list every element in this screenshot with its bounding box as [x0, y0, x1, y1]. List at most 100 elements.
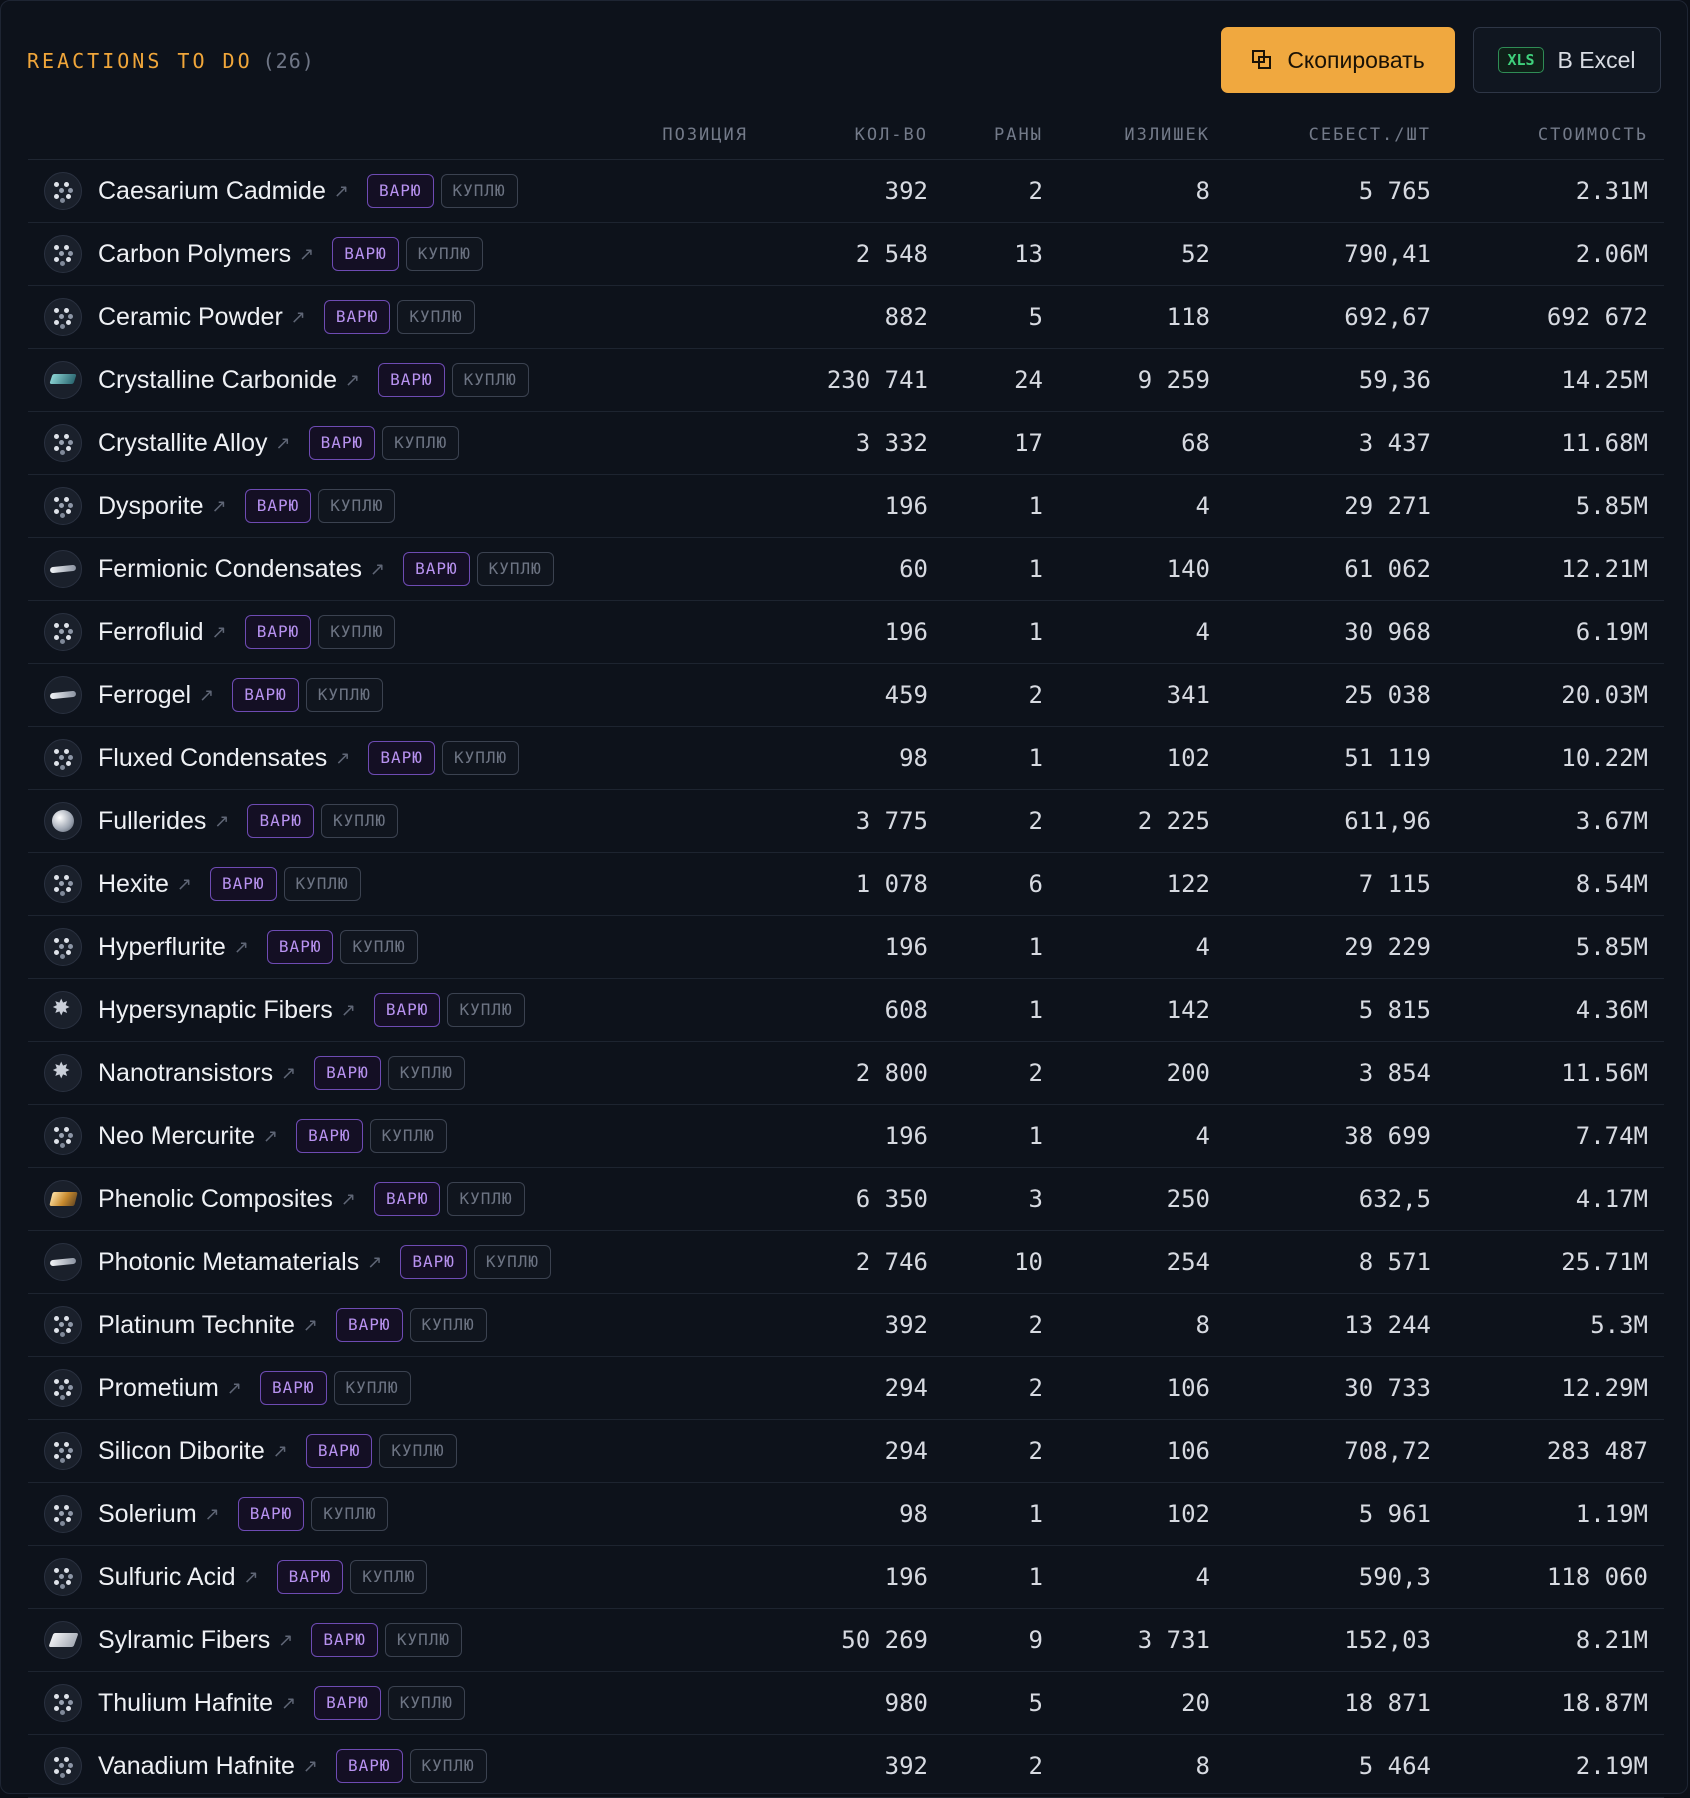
brew-tag-button[interactable]: ВАРЮ [314, 1686, 381, 1720]
table-row[interactable]: Neo Mercurite ↗ ВАРЮ КУПЛЮ 196 1 4 38 699 7.74M [28, 1105, 1664, 1168]
item-name[interactable]: Dysporite [98, 492, 204, 521]
table-row[interactable]: Hyperflurite ↗ ВАРЮ КУПЛЮ 196 1 4 29 229 5.85M [28, 916, 1664, 979]
buy-tag-button[interactable]: КУПЛЮ [440, 174, 518, 208]
buy-tag-button[interactable]: КУПЛЮ [321, 804, 399, 838]
external-link-icon[interactable]: ↗ [303, 1315, 318, 1336]
buy-tag-button[interactable]: КУПЛЮ [305, 678, 383, 712]
buy-tag-button[interactable]: КУПЛЮ [447, 993, 525, 1027]
table-row[interactable]: Prometium ↗ ВАРЮ КУПЛЮ 294 2 106 30 733 12.29M [28, 1357, 1664, 1420]
item-name[interactable]: Solerium [98, 1500, 197, 1529]
external-link-icon[interactable]: ↗ [370, 559, 385, 580]
item-name[interactable]: Fluxed Condensates [98, 744, 327, 773]
buy-tag-button[interactable]: КУПЛЮ [382, 426, 460, 460]
item-name[interactable]: Ferrofluid [98, 618, 204, 647]
brew-tag-button[interactable]: ВАРЮ [209, 867, 277, 901]
brew-tag-button[interactable]: ВАРЮ [323, 300, 391, 334]
buy-tag-button[interactable]: КУПЛЮ [283, 867, 361, 901]
external-link-icon[interactable]: ↗ [212, 496, 227, 517]
external-link-icon[interactable]: ↗ [341, 1000, 356, 1021]
brew-tag-button[interactable]: ВАРЮ [378, 363, 445, 397]
buy-tag-button[interactable]: КУПЛЮ [473, 1245, 552, 1279]
item-name[interactable]: Hypersynaptic Fibers [98, 996, 333, 1025]
column-header-qty[interactable]: КОЛ-ВО [764, 111, 944, 160]
table-row[interactable]: Fullerides ↗ ВАРЮ КУПЛЮ 3 775 2 2 225 611,96 3.6… [28, 790, 1664, 853]
buy-tag-button[interactable]: КУПЛЮ [318, 489, 396, 523]
external-link-icon[interactable]: ↗ [367, 1252, 382, 1273]
item-name[interactable]: Crystalline Carbonide [98, 366, 337, 395]
brew-tag-button[interactable]: ВАРЮ [311, 1623, 378, 1657]
table-row[interactable]: Vanadium Hafnite ↗ ВАРЮ КУПЛЮ 392 2 8 5 464 2.19… [28, 1735, 1664, 1798]
item-name[interactable]: Nanotransistors [98, 1059, 273, 1088]
copy-button[interactable]: Скопировать [1221, 27, 1455, 93]
table-row[interactable]: Caesarium Cadmide ↗ ВАРЮ КУПЛЮ 392 2 8 5 765 2.3… [28, 160, 1664, 223]
buy-tag-button[interactable]: КУПЛЮ [333, 1371, 411, 1405]
item-name[interactable]: Carbon Polymers [98, 240, 291, 269]
external-link-icon[interactable]: ↗ [234, 937, 249, 958]
table-row[interactable]: Silicon Diborite ↗ ВАРЮ КУПЛЮ 294 2 106 708,72 2… [28, 1420, 1664, 1483]
brew-tag-button[interactable]: ВАРЮ [373, 993, 441, 1027]
brew-tag-button[interactable]: ВАРЮ [400, 1245, 467, 1279]
external-link-icon[interactable]: ↗ [281, 1693, 296, 1714]
item-name[interactable]: Fullerides [98, 807, 206, 836]
external-link-icon[interactable]: ↗ [263, 1126, 278, 1147]
buy-tag-button[interactable]: КУПЛЮ [405, 237, 483, 271]
buy-tag-button[interactable]: КУПЛЮ [409, 1308, 487, 1342]
item-name[interactable]: Hyperflurite [98, 933, 226, 962]
buy-tag-button[interactable]: КУПЛЮ [409, 1749, 487, 1783]
table-row[interactable]: Photonic Metamaterials ↗ ВАРЮ КУПЛЮ 2 746 10 2… [28, 1231, 1664, 1294]
brew-tag-button[interactable]: ВАРЮ [366, 174, 434, 208]
buy-tag-button[interactable]: КУПЛЮ [384, 1623, 463, 1657]
item-name[interactable]: Fermionic Condensates [98, 555, 362, 584]
brew-tag-button[interactable]: ВАРЮ [247, 804, 314, 838]
table-row[interactable]: Fermionic Condensates ↗ ВАРЮ КУПЛЮ 60 1 140 61 … [28, 538, 1664, 601]
external-link-icon[interactable]: ↗ [273, 1441, 288, 1462]
table-row[interactable]: Crystallite Alloy ↗ ВАРЮ КУПЛЮ 3 332 17 68 3 43… [28, 412, 1664, 475]
external-link-icon[interactable]: ↗ [205, 1504, 220, 1525]
item-name[interactable]: Sulfuric Acid [98, 1563, 236, 1592]
brew-tag-button[interactable]: ВАРЮ [244, 615, 312, 649]
item-name[interactable]: Sylramic Fibers [98, 1626, 270, 1655]
table-row[interactable]: Hypersynaptic Fibers ↗ ВАРЮКУПЛЮ 608 1 142 5 8… [28, 979, 1664, 1042]
external-link-icon[interactable]: ↗ [278, 1630, 293, 1651]
buy-tag-button[interactable]: КУПЛЮ [318, 615, 396, 649]
external-link-icon[interactable]: ↗ [244, 1567, 259, 1588]
brew-tag-button[interactable]: ВАРЮ [335, 1749, 403, 1783]
table-row[interactable]: Nanotransistors ↗ ВАРЮКУПЛЮ 2 800 2 200 3 854 1… [28, 1042, 1664, 1105]
external-link-icon[interactable]: ↗ [212, 622, 227, 643]
column-header-cost[interactable]: СТОИМОСТЬ [1447, 111, 1664, 160]
brew-tag-button[interactable]: ВАРЮ [305, 1434, 373, 1468]
export-excel-button[interactable]: XLS В Excel [1473, 27, 1661, 93]
brew-tag-button[interactable]: ВАРЮ [276, 1560, 344, 1594]
buy-tag-button[interactable]: КУПЛЮ [369, 1119, 447, 1153]
external-link-icon[interactable]: ↗ [281, 1063, 296, 1084]
brew-tag-button[interactable]: ВАРЮ [308, 426, 376, 460]
column-header-unit-cost[interactable]: СЕБЕСТ./ШТ [1226, 111, 1447, 160]
table-row[interactable]: Carbon Polymers ↗ ВАРЮ КУПЛЮ 2 548 13 52 790,41… [28, 223, 1664, 286]
brew-tag-button[interactable]: ВАРЮ [266, 930, 334, 964]
external-link-icon[interactable]: ↗ [299, 244, 314, 265]
buy-tag-button[interactable]: КУПЛЮ [397, 300, 475, 334]
external-link-icon[interactable]: ↗ [199, 685, 214, 706]
item-name[interactable]: Photonic Metamaterials [98, 1248, 359, 1277]
item-name[interactable]: Caesarium Cadmide [98, 177, 326, 206]
table-row[interactable]: Dysporite ↗ ВАРЮ КУПЛЮ 196 1 4 29 271 5.85M [28, 475, 1664, 538]
table-row[interactable]: Sylramic Fibers ↗ ВАРЮ КУПЛЮ 50 269 9 3 731 152… [28, 1609, 1664, 1672]
buy-tag-button[interactable]: КУПЛЮ [387, 1686, 465, 1720]
brew-tag-button[interactable]: ВАРЮ [403, 552, 470, 586]
table-row[interactable]: Platinum Technite ↗ ВАРЮ КУПЛЮ 392 2 8 13 244 5.… [28, 1294, 1664, 1357]
external-link-icon[interactable]: ↗ [334, 181, 349, 202]
brew-tag-button[interactable]: ВАРЮ [314, 1056, 381, 1090]
item-name[interactable]: Thulium Hafnite [98, 1689, 273, 1718]
table-row[interactable]: Ferrofluid ↗ ВАРЮ КУПЛЮ 196 1 4 30 968 6.19M [28, 601, 1664, 664]
table-row[interactable]: Solerium ↗ ВАРЮ КУПЛЮ 98 1 102 5 961 1.19M [28, 1483, 1664, 1546]
buy-tag-button[interactable]: КУПЛЮ [379, 1434, 457, 1468]
table-row[interactable]: Fluxed Condensates ↗ ВАРЮ КУПЛЮ 98 1 102 51 119… [28, 727, 1664, 790]
item-name[interactable]: Platinum Technite [98, 1311, 295, 1340]
brew-tag-button[interactable]: ВАРЮ [335, 1308, 403, 1342]
brew-tag-button[interactable]: ВАРЮ [373, 1182, 441, 1216]
item-name[interactable]: Hexite [98, 870, 169, 899]
buy-tag-button[interactable]: КУПЛЮ [451, 363, 529, 397]
table-row[interactable]: Ceramic Powder ↗ ВАРЮ КУПЛЮ 882 5 118 692,67 692… [28, 286, 1664, 349]
table-row[interactable]: Phenolic Composites ↗ ВАРЮ КУПЛЮ 6 350 3 250 63… [28, 1168, 1664, 1231]
item-name[interactable]: Crystallite Alloy [98, 429, 268, 458]
